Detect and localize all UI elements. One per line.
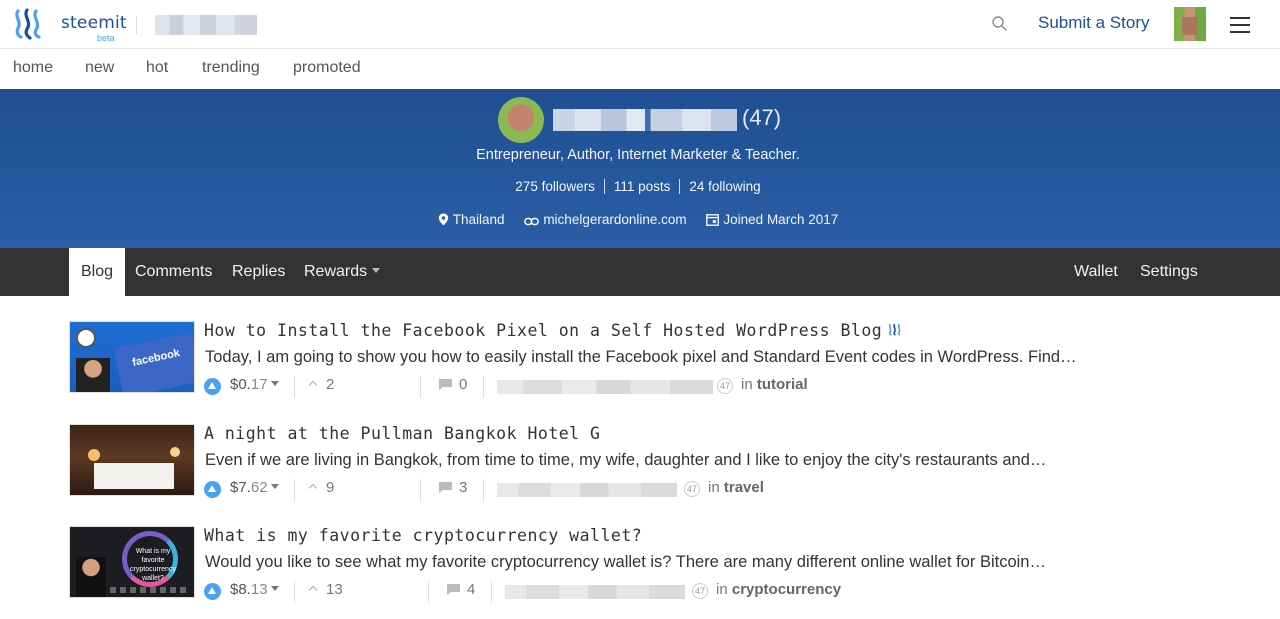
upvote-icon[interactable] bbox=[204, 481, 221, 498]
profile-reputation: (47) bbox=[742, 105, 782, 130]
category-link[interactable]: cryptocurrency bbox=[732, 581, 841, 598]
profile-location: Thailand bbox=[438, 212, 505, 227]
comment-icon bbox=[439, 379, 452, 390]
tab-rewards-label: Rewards bbox=[304, 263, 368, 280]
post-item: What is my favorite cryptocurrency walle… bbox=[69, 526, 1209, 619]
wordpress-logo-icon bbox=[76, 328, 96, 348]
thumbnail-text: What is my favorite cryptocurrency walle… bbox=[130, 548, 176, 582]
upvote-icon[interactable] bbox=[204, 583, 221, 600]
chevron-down-icon bbox=[270, 381, 279, 386]
post-excerpt[interactable]: Today, I am going to show you how to eas… bbox=[205, 348, 1077, 367]
tab-blog[interactable]: Blog bbox=[69, 248, 126, 296]
tab-settings[interactable]: Settings bbox=[1140, 248, 1198, 296]
chevron-up-icon bbox=[308, 483, 318, 493]
post-thumbnail[interactable]: What is my favorite cryptocurrency walle… bbox=[69, 526, 195, 598]
chevron-up-icon bbox=[308, 585, 318, 595]
post-category: in tutorial bbox=[741, 376, 808, 393]
nav-hot[interactable]: hot bbox=[146, 59, 168, 77]
steemit-logo-icon[interactable] bbox=[12, 8, 46, 40]
brand-beta-label: beta bbox=[97, 33, 115, 43]
followers-link[interactable]: 275 followers bbox=[506, 179, 604, 194]
profile-avatar bbox=[498, 97, 544, 143]
top-header: steemit beta Submit a Story bbox=[0, 0, 1280, 49]
post-thumbnail[interactable] bbox=[69, 424, 195, 496]
pixelated-author[interactable] bbox=[497, 380, 713, 394]
post-title[interactable]: How to Install the Facebook Pixel on a S… bbox=[204, 321, 902, 340]
hamburger-menu-icon[interactable] bbox=[1228, 14, 1252, 36]
nav-home[interactable]: home bbox=[13, 59, 53, 77]
submit-story-link[interactable]: Submit a Story bbox=[1038, 13, 1150, 33]
calendar-icon bbox=[706, 214, 720, 226]
search-icon[interactable] bbox=[989, 13, 1011, 35]
profile-about: Entrepreneur, Author, Internet Marketer … bbox=[476, 147, 800, 163]
category-link[interactable]: tutorial bbox=[757, 376, 808, 393]
profile-tabs: Blog Comments Replies Rewards Wallet Set… bbox=[0, 248, 1280, 296]
profile-stats: 275 followers 111 posts 24 following bbox=[0, 179, 1276, 194]
chevron-down-icon bbox=[372, 268, 381, 273]
posts-count: 111 posts bbox=[603, 179, 680, 194]
chevron-up-icon bbox=[308, 380, 318, 390]
pixelated-username bbox=[155, 15, 257, 35]
tab-wallet[interactable]: Wallet bbox=[1074, 248, 1118, 296]
header-divider bbox=[136, 16, 137, 34]
post-thumbnail[interactable]: facebook bbox=[69, 321, 195, 393]
profile-website[interactable]: michelgerardonline.com bbox=[524, 212, 687, 227]
tab-rewards[interactable]: Rewards bbox=[304, 248, 381, 296]
author-reputation: 47 bbox=[717, 378, 733, 394]
comment-icon bbox=[439, 482, 452, 493]
nav-new[interactable]: new bbox=[85, 59, 114, 77]
post-payout[interactable]: $0.17 bbox=[230, 376, 279, 393]
comment-icon bbox=[447, 584, 460, 595]
profile-banner: (47) Entrepreneur, Author, Internet Mark… bbox=[0, 89, 1280, 248]
post-category: in cryptocurrency bbox=[716, 581, 842, 598]
nav-trending[interactable]: trending bbox=[202, 59, 260, 77]
following-link[interactable]: 24 following bbox=[679, 179, 769, 194]
pixelated-author[interactable] bbox=[505, 585, 685, 599]
post-comments[interactable]: 0 bbox=[438, 376, 467, 393]
post-votes[interactable]: 2 bbox=[308, 376, 334, 393]
post-excerpt[interactable]: Would you like to see what my favorite c… bbox=[205, 553, 1046, 572]
post-item: A night at the Pullman Bangkok Hotel G E… bbox=[69, 424, 1209, 524]
pixelated-author[interactable] bbox=[497, 483, 677, 497]
post-title[interactable]: What is my favorite cryptocurrency walle… bbox=[204, 526, 642, 545]
author-reputation: 47 bbox=[692, 583, 708, 599]
post-comments[interactable]: 3 bbox=[438, 479, 467, 496]
profile-meta: Thailand michelgerardonline.com Joined M… bbox=[0, 212, 1276, 227]
post-payout[interactable]: $7.62 bbox=[230, 479, 279, 496]
author-reputation: 47 bbox=[684, 481, 700, 497]
post-comments[interactable]: 4 bbox=[446, 581, 475, 598]
feed-nav: home new hot trending promoted bbox=[0, 49, 1280, 89]
steem-promoted-icon bbox=[889, 323, 901, 336]
post-title[interactable]: A night at the Pullman Bangkok Hotel G bbox=[204, 424, 601, 443]
post-votes[interactable]: 13 bbox=[308, 581, 343, 598]
tab-comments[interactable]: Comments bbox=[135, 248, 212, 296]
user-avatar[interactable] bbox=[1174, 7, 1206, 41]
link-icon bbox=[524, 217, 540, 226]
tab-replies[interactable]: Replies bbox=[232, 248, 285, 296]
post-payout[interactable]: $8.13 bbox=[230, 581, 279, 598]
profile-joined: Joined March 2017 bbox=[706, 212, 838, 227]
post-excerpt[interactable]: Even if we are living in Bangkok, from t… bbox=[205, 451, 1046, 470]
category-link[interactable]: travel bbox=[724, 479, 764, 496]
chevron-down-icon bbox=[270, 586, 279, 591]
location-pin-icon bbox=[438, 213, 448, 226]
upvote-icon[interactable] bbox=[204, 378, 221, 395]
post-item: facebook How to Install the Facebook Pix… bbox=[69, 321, 1209, 421]
chevron-down-icon bbox=[270, 484, 279, 489]
post-category: in travel bbox=[708, 479, 764, 496]
brand-name[interactable]: steemit bbox=[61, 13, 127, 33]
post-votes[interactable]: 9 bbox=[308, 479, 334, 496]
pixelated-profile-name bbox=[553, 109, 737, 131]
nav-promoted[interactable]: promoted bbox=[293, 59, 361, 77]
